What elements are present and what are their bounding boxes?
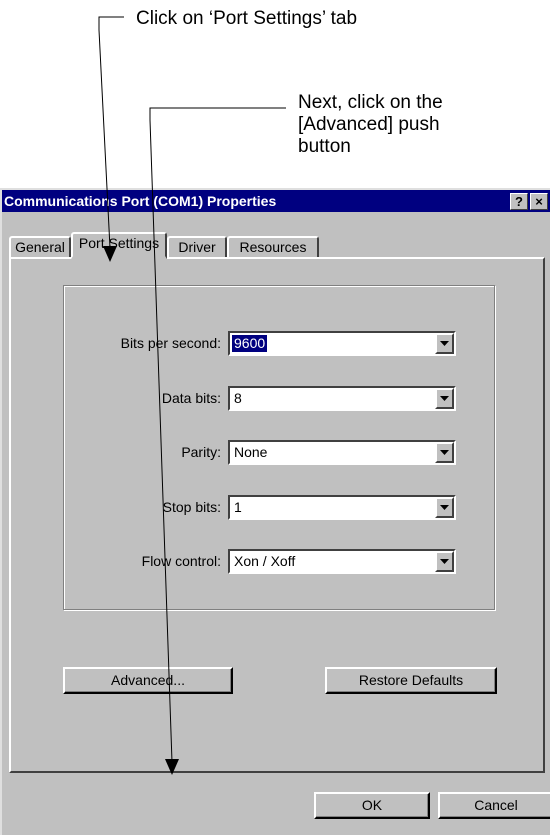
close-icon: × bbox=[535, 194, 543, 209]
annotation-step2: Next, click on the [Advanced] push butto… bbox=[298, 92, 443, 158]
tab-driver[interactable]: Driver bbox=[167, 236, 227, 258]
stop-bits-label: Stop bits: bbox=[162, 499, 221, 515]
ok-button[interactable]: OK bbox=[314, 792, 430, 819]
cancel-button-label: Cancel bbox=[474, 797, 518, 813]
tab-general-label: General bbox=[15, 239, 65, 255]
parity-label: Parity: bbox=[181, 444, 221, 460]
parity-value: None bbox=[234, 444, 268, 460]
window-title: Communications Port (COM1) Properties bbox=[4, 193, 277, 209]
advanced-button-label: Advanced... bbox=[111, 672, 185, 688]
help-button[interactable]: ? bbox=[510, 193, 528, 210]
chevron-down-icon bbox=[440, 341, 449, 346]
data-bits-select[interactable]: 8 bbox=[228, 386, 456, 411]
tab-general[interactable]: General bbox=[9, 236, 71, 258]
flow-control-value: Xon / Xoff bbox=[234, 553, 296, 569]
close-button[interactable]: × bbox=[530, 193, 548, 210]
annotation-step1: Click on ‘Port Settings’ tab bbox=[136, 8, 358, 29]
restore-defaults-button-label: Restore Defaults bbox=[358, 672, 464, 688]
flow-control-select[interactable]: Xon / Xoff bbox=[228, 549, 456, 574]
stop-bits-select[interactable]: 1 bbox=[228, 495, 456, 520]
advanced-button[interactable]: Advanced... bbox=[63, 667, 233, 694]
tab-port-settings[interactable]: Port Settings bbox=[71, 232, 167, 259]
cancel-button[interactable]: Cancel bbox=[438, 792, 550, 819]
bits-per-second-label: Bits per second: bbox=[120, 335, 221, 351]
bits-per-second-dropdown-button[interactable] bbox=[435, 333, 454, 354]
title-bar[interactable]: Communications Port (COM1) Properties ? … bbox=[2, 190, 550, 212]
tab-resources-label: Resources bbox=[239, 239, 307, 255]
flow-control-label: Flow control: bbox=[141, 553, 221, 569]
bits-per-second-select[interactable]: 9600 bbox=[228, 331, 456, 356]
tab-driver-label: Driver bbox=[178, 239, 216, 255]
stop-bits-dropdown-button[interactable] bbox=[435, 497, 454, 518]
data-bits-value: 8 bbox=[234, 390, 242, 406]
stop-bits-value: 1 bbox=[234, 499, 242, 515]
chevron-down-icon bbox=[440, 450, 449, 455]
annotation-step2-line2: [Advanced] push bbox=[298, 114, 440, 135]
data-bits-dropdown-button[interactable] bbox=[435, 388, 454, 409]
parity-select[interactable]: None bbox=[228, 440, 456, 465]
data-bits-label: Data bits: bbox=[161, 390, 221, 406]
parity-dropdown-button[interactable] bbox=[435, 442, 454, 463]
annotation-step2-line1: Next, click on the bbox=[298, 92, 443, 113]
chevron-down-icon bbox=[440, 559, 449, 564]
help-icon: ? bbox=[515, 194, 523, 209]
tab-resources[interactable]: Resources bbox=[227, 236, 319, 258]
properties-dialog: Communications Port (COM1) Properties ? … bbox=[0, 188, 550, 835]
chevron-down-icon bbox=[440, 505, 449, 510]
port-settings-page: Bits per second: 9600 Data bits: 8 Parit… bbox=[9, 257, 545, 773]
chevron-down-icon bbox=[440, 396, 449, 401]
tab-port-settings-label: Port Settings bbox=[78, 235, 160, 251]
bits-per-second-value: 9600 bbox=[230, 334, 269, 353]
flow-control-dropdown-button[interactable] bbox=[435, 551, 454, 572]
ok-button-label: OK bbox=[361, 797, 383, 813]
restore-defaults-button[interactable]: Restore Defaults bbox=[325, 667, 497, 694]
annotation-step2-line3: button bbox=[298, 136, 351, 157]
